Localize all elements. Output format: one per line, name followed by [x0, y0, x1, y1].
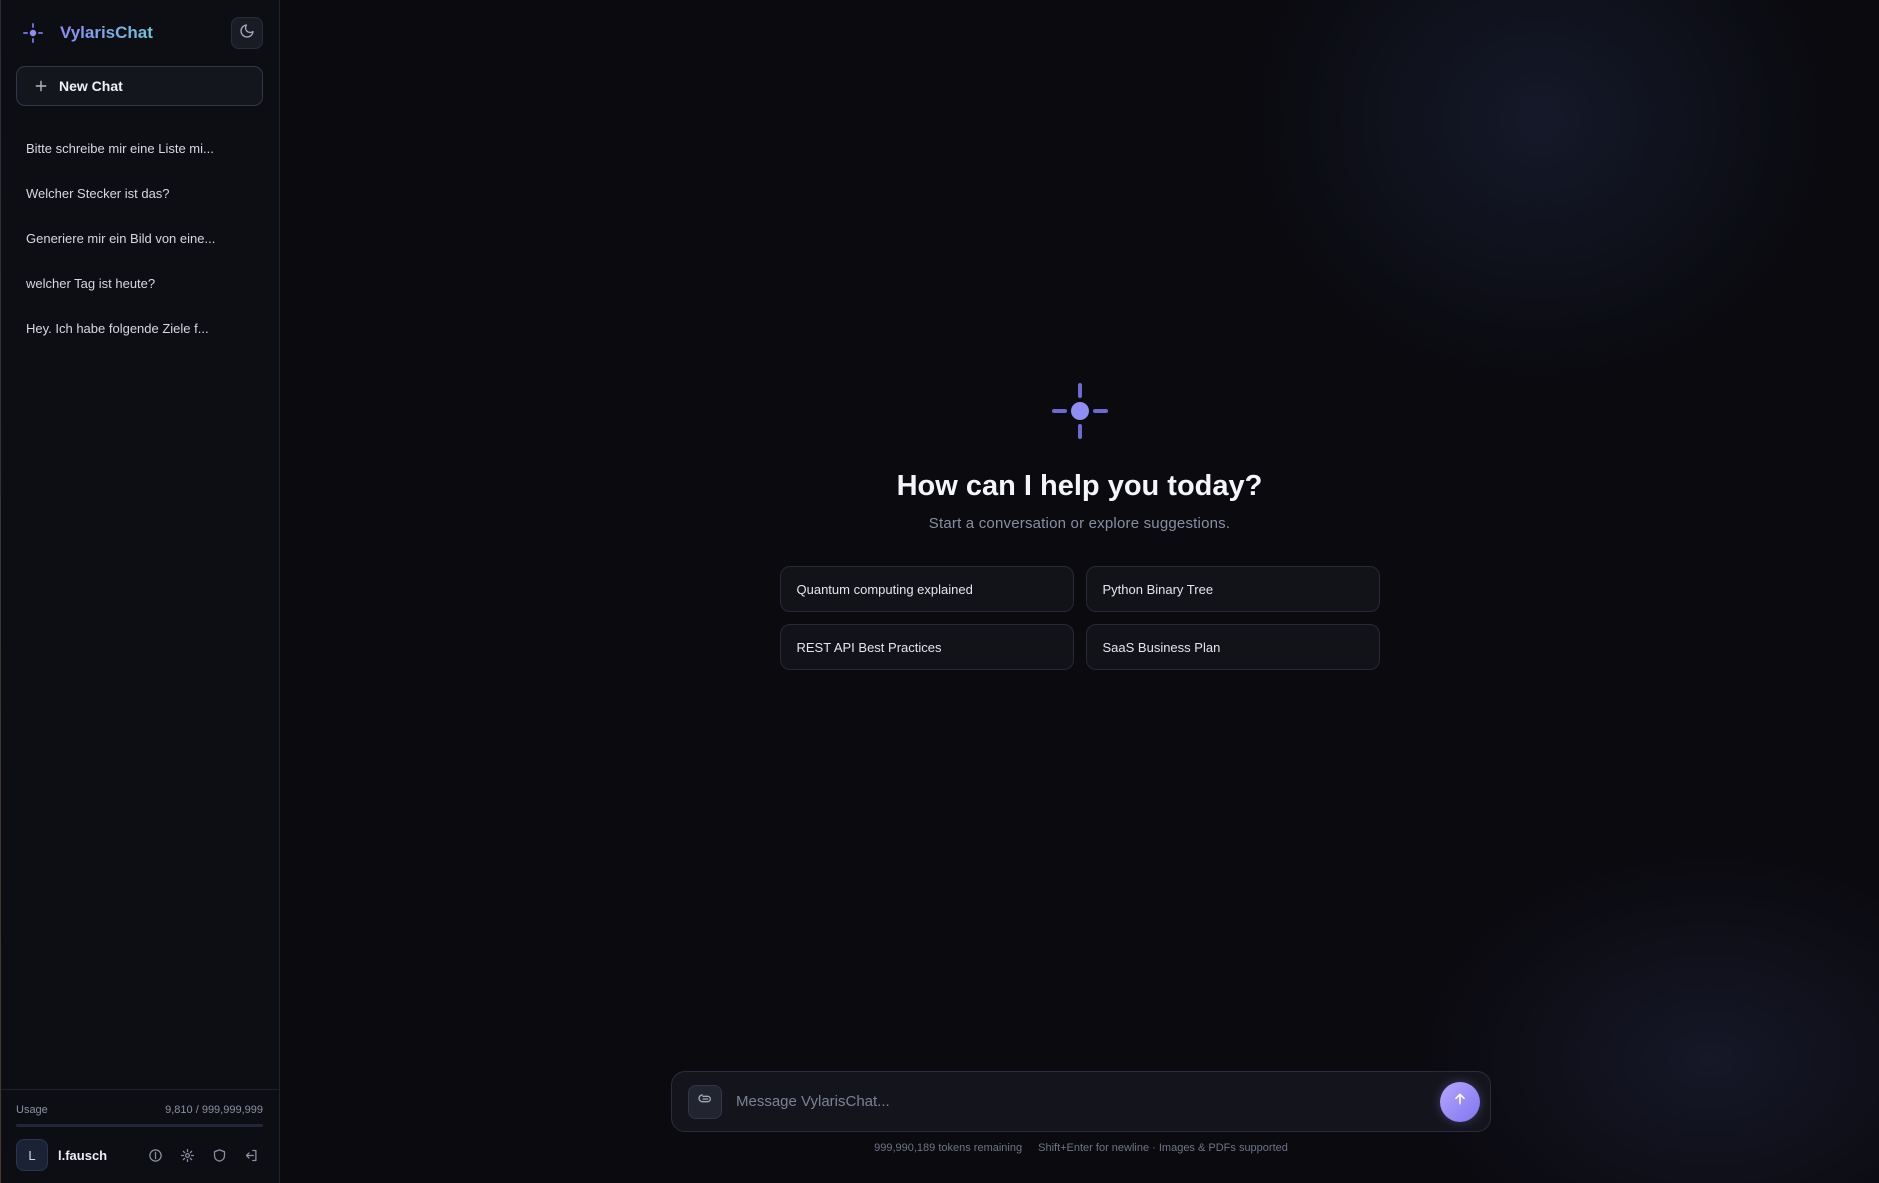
plus-icon	[33, 78, 49, 94]
chat-history-item[interactable]: Generiere mir ein Bild von eine...	[16, 216, 263, 261]
usage-progress-bar	[16, 1124, 263, 1127]
suggestion-card[interactable]: Quantum computing explained	[779, 566, 1074, 612]
suggestion-card[interactable]: REST API Best Practices	[779, 624, 1074, 670]
page-title: How can I help you today?	[896, 470, 1263, 502]
info-icon[interactable]	[143, 1143, 167, 1167]
main-area: How can I help you today? Start a conver…	[280, 0, 1879, 1183]
theme-toggle-button[interactable]	[231, 17, 263, 49]
moon-icon	[239, 23, 255, 44]
new-chat-label: New Chat	[59, 78, 123, 94]
attach-button[interactable]	[688, 1084, 722, 1119]
suggestion-card[interactable]: SaaS Business Plan	[1085, 624, 1380, 670]
username: l.fausch	[58, 1147, 108, 1163]
chat-history-item[interactable]: Bitte schreibe mir eine Liste mi...	[16, 126, 263, 171]
paperclip-icon	[697, 1091, 713, 1112]
logout-icon[interactable]	[239, 1143, 263, 1167]
brand-name: VylarisChat	[60, 23, 153, 42]
composer-hint: 999,990,189 tokens remaining Shift+Enter …	[671, 1142, 1491, 1154]
sidebar: VylarisChat New Chat Bitte schreibe mir …	[0, 0, 280, 1183]
message-input[interactable]	[734, 1092, 1428, 1111]
sparkle-icon	[20, 20, 46, 46]
usage-value: 9,810 / 999,999,999	[165, 1104, 263, 1116]
avatar[interactable]: L	[16, 1139, 48, 1171]
sidebar-header: VylarisChat	[0, 0, 279, 66]
chat-history-item[interactable]: Hey. Ich habe folgende Ziele f...	[16, 306, 263, 351]
chat-history-item[interactable]: Welcher Stecker ist das?	[16, 171, 263, 216]
sparkle-icon	[1051, 382, 1109, 440]
user-row: L l.fausch	[16, 1139, 263, 1171]
usage-label: Usage	[16, 1104, 48, 1116]
chat-history-list: Bitte schreibe mir eine Liste mi... Welc…	[0, 126, 279, 351]
app-root: VylarisChat New Chat Bitte schreibe mir …	[0, 0, 1879, 1183]
sidebar-footer: Usage 9,810 / 999,999,999 L l.fausch	[0, 1089, 279, 1183]
page-subtitle: Start a conversation or explore suggesti…	[928, 515, 1231, 532]
usage-row: Usage 9,810 / 999,999,999	[16, 1104, 263, 1116]
input-hint: Shift+Enter for newline · Images & PDFs …	[1038, 1142, 1288, 1154]
suggestion-card[interactable]: Python Binary Tree	[1085, 566, 1380, 612]
suggestion-grid: Quantum computing explained Python Binar…	[779, 566, 1380, 670]
composer-box	[671, 1071, 1491, 1132]
gear-icon[interactable]	[175, 1143, 199, 1167]
shield-icon[interactable]	[207, 1143, 231, 1167]
tokens-remaining: 999,990,189 tokens remaining	[874, 1142, 1023, 1154]
send-button[interactable]	[1440, 1081, 1480, 1122]
arrow-up-icon	[1452, 1091, 1468, 1112]
new-chat-button[interactable]: New Chat	[16, 66, 263, 106]
composer: 999,990,189 tokens remaining Shift+Enter …	[671, 1071, 1491, 1154]
welcome-hero: How can I help you today? Start a conver…	[280, 382, 1879, 670]
chat-history-item[interactable]: welcher Tag ist heute?	[16, 261, 263, 306]
